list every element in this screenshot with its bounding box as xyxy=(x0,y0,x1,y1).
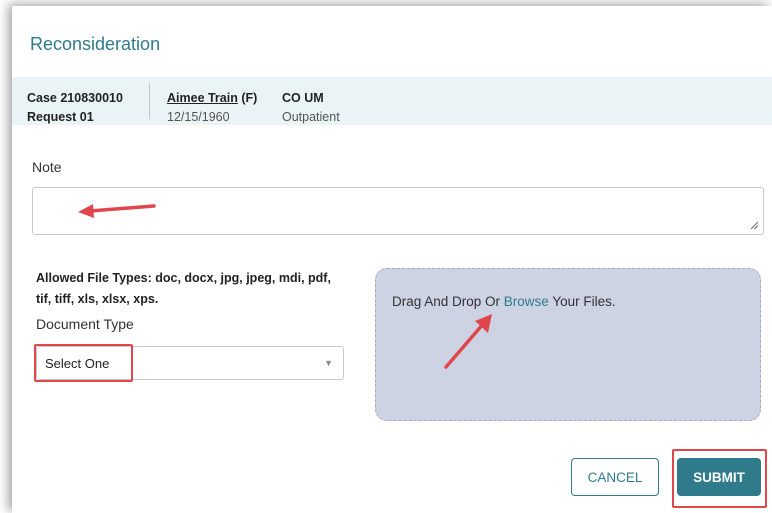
document-type-label: Document Type xyxy=(36,316,134,332)
file-drop-zone[interactable]: Drag And Drop Or Browse Your Files. xyxy=(375,268,761,421)
resize-grip-icon[interactable] xyxy=(749,220,759,230)
allowed-file-types: Allowed File Types: doc, docx, jpg, jpeg… xyxy=(36,271,331,306)
dialog-title: Reconsideration xyxy=(30,34,161,54)
case-info-bar: Case 210830010 Request 01 Aimee Train (F… xyxy=(12,77,772,125)
drop-zone-text: Drag And Drop Or Browse Your Files. xyxy=(392,294,616,309)
patient-name-link[interactable]: Aimee Train xyxy=(167,91,238,105)
browse-link[interactable]: Browse xyxy=(504,294,549,309)
document-type-select[interactable]: Select One ▼ xyxy=(36,346,344,380)
note-label: Note xyxy=(32,159,62,175)
request-number: Request 01 xyxy=(27,110,94,124)
reconsideration-dialog: Reconsideration Case 210830010 Request 0… xyxy=(12,6,772,513)
drop-text-before: Drag And Drop Or xyxy=(392,294,504,309)
service-setting: Outpatient xyxy=(282,110,340,124)
program-info: CO UM Outpatient xyxy=(282,89,340,127)
patient-sex: (F) xyxy=(237,91,258,105)
submit-button[interactable]: SUBMIT xyxy=(677,458,761,496)
drop-text-after: Your Files. xyxy=(548,294,616,309)
cancel-button[interactable]: CANCEL xyxy=(571,458,659,496)
patient-dob: 12/15/1960 xyxy=(167,110,230,124)
document-type-value: Select One xyxy=(45,356,110,371)
chevron-down-icon: ▼ xyxy=(324,358,333,368)
case-info: Case 210830010 Request 01 xyxy=(27,89,123,127)
patient-info: Aimee Train (F) 12/15/1960 xyxy=(149,83,258,124)
program-name: CO UM xyxy=(282,91,324,105)
case-number: Case 210830010 xyxy=(27,91,123,105)
note-textarea[interactable] xyxy=(32,187,764,235)
